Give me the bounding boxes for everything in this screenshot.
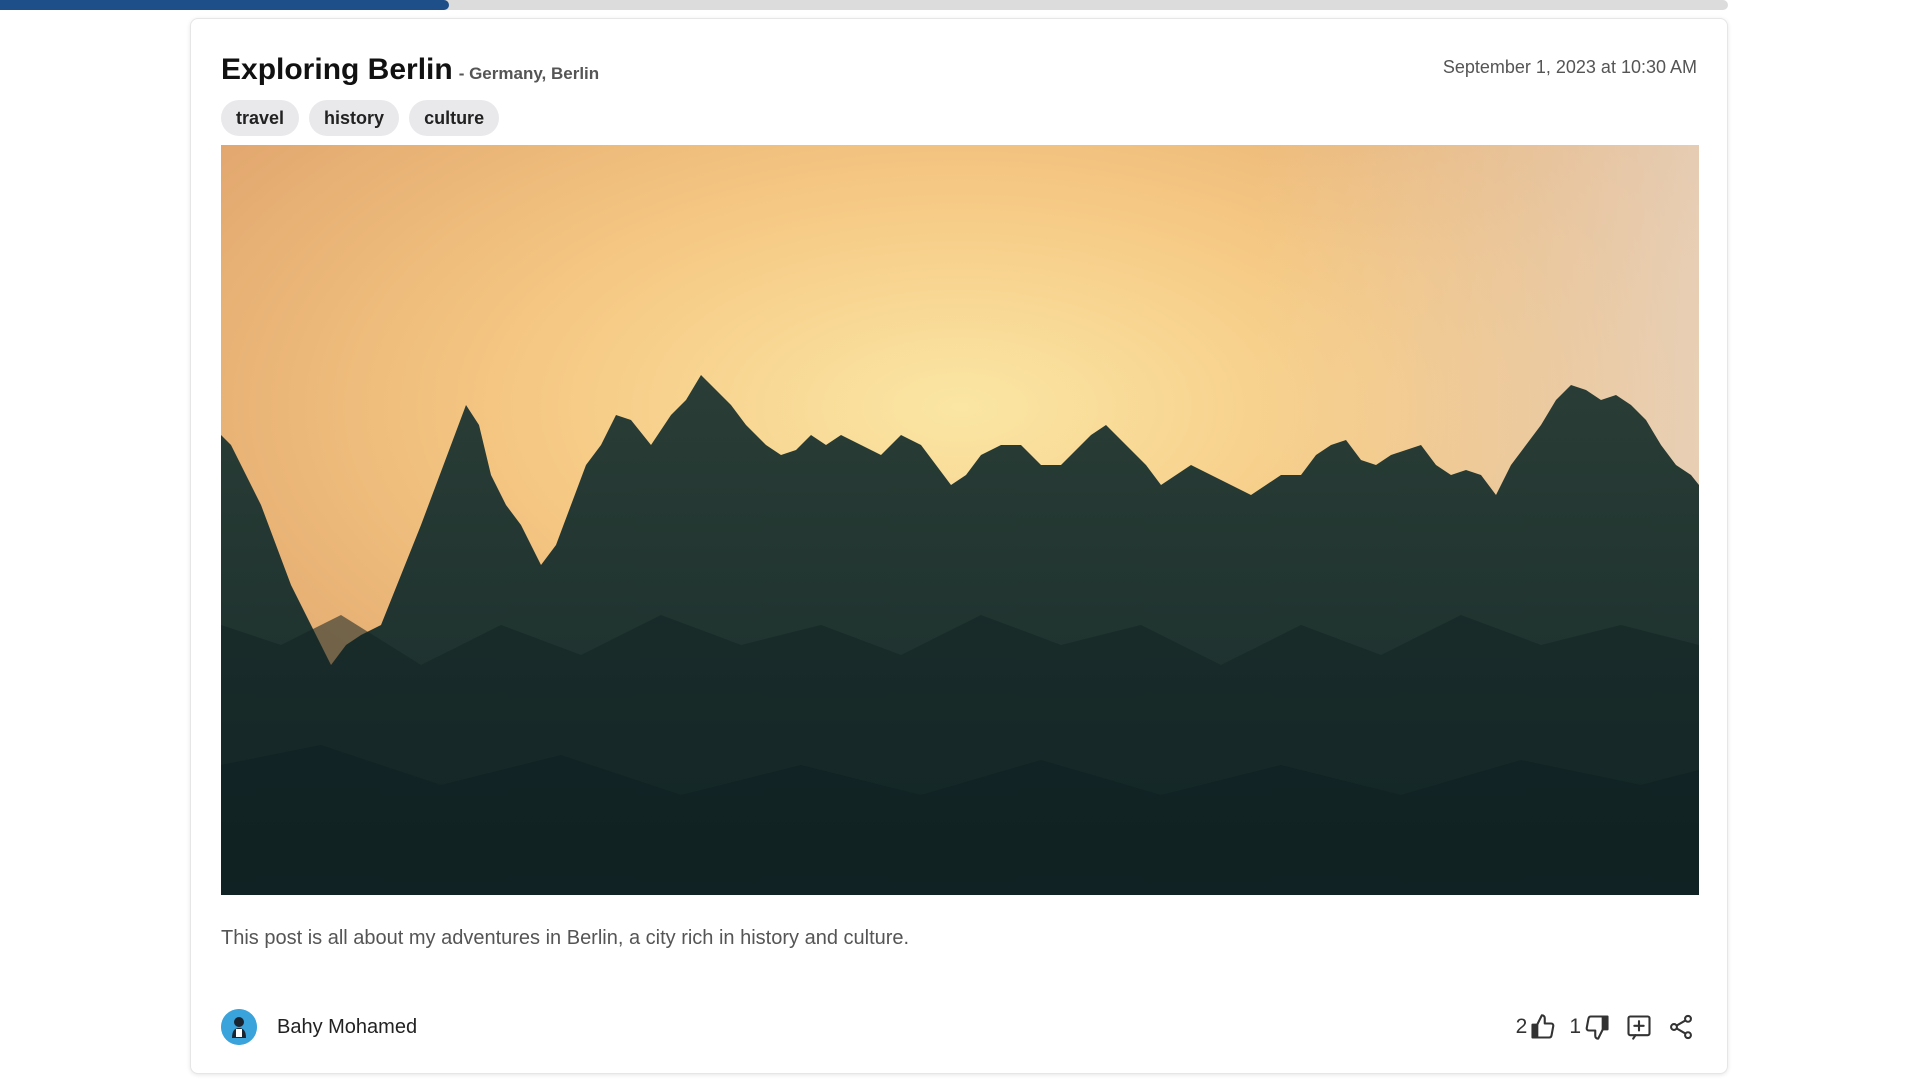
dislike-button[interactable]: 1 xyxy=(1569,1011,1613,1043)
post-date: September 1, 2023 at 10:30 AM xyxy=(1442,57,1697,77)
tag-chip[interactable]: travel xyxy=(221,100,300,136)
reading-progress-bar xyxy=(0,0,1728,10)
author-name[interactable]: Bahy Mohamed xyxy=(277,1016,417,1039)
share-icon[interactable] xyxy=(1665,1011,1697,1043)
add-to-collection-icon[interactable] xyxy=(1623,1011,1655,1043)
post-actions: 2 1 xyxy=(1516,1011,1697,1043)
post-title: Exploring Berlin xyxy=(221,53,453,86)
post-image xyxy=(221,145,1699,895)
avatar[interactable] xyxy=(221,1009,257,1045)
thumbs-down-icon xyxy=(1581,1011,1613,1043)
user-avatar-icon xyxy=(221,1009,257,1045)
dislike-count: 1 xyxy=(1569,1015,1581,1038)
tag-chip[interactable]: culture xyxy=(409,100,500,136)
post-location: - Germany, Berlin xyxy=(458,64,600,83)
post-card: Exploring Berlin - Germany, Berlin Septe… xyxy=(190,18,1728,1074)
thumbs-up-icon xyxy=(1527,1011,1559,1043)
like-count: 2 xyxy=(1515,1015,1528,1038)
reading-progress-fill xyxy=(0,0,450,10)
tag-list: travel history culture xyxy=(221,100,500,136)
post-description: This post is all about my adventures in … xyxy=(221,927,910,949)
post-header: Exploring Berlin - Germany, Berlin xyxy=(221,53,599,87)
tag-chip[interactable]: history xyxy=(309,100,400,136)
author-info[interactable]: Bahy Mohamed xyxy=(221,1009,417,1045)
like-button[interactable]: 2 xyxy=(1516,1011,1560,1043)
